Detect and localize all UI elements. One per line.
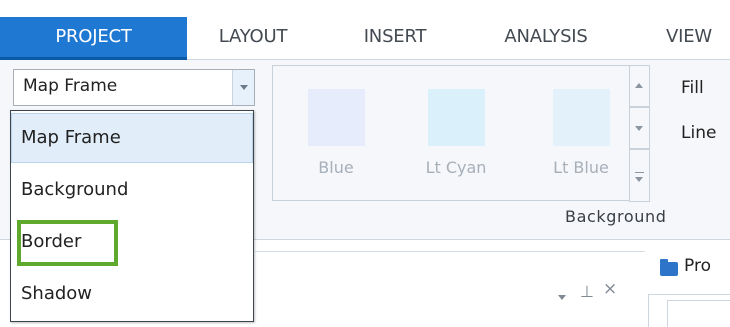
chevron-down-icon — [240, 85, 248, 90]
tab-insert[interactable]: INSERT — [345, 17, 445, 60]
element-dropdown-list: Map Frame Background Border Shadow — [10, 110, 254, 322]
pin-icon[interactable]: ⊥ — [580, 282, 594, 301]
gallery-expand-button[interactable] — [629, 149, 650, 202]
chevron-up-icon — [635, 83, 643, 88]
chevron-down-icon — [635, 126, 643, 131]
project-pane-title[interactable]: Pro — [684, 256, 711, 276]
swatch-label-lt-cyan: Lt Cyan — [425, 158, 487, 177]
swatch-label-blue: Blue — [318, 158, 354, 177]
swatch-lt-blue[interactable] — [553, 89, 610, 146]
swatch-lt-cyan[interactable] — [428, 89, 485, 146]
swatch-blue[interactable] — [308, 89, 365, 146]
border-item-highlight — [17, 220, 118, 266]
expand-chevron-icon — [635, 177, 643, 182]
group-label-background: Background — [565, 207, 667, 226]
tab-layout[interactable]: LAYOUT — [200, 17, 306, 60]
dropdown-item-shadow[interactable]: Shadow — [11, 269, 253, 319]
combo-dropdown-button[interactable] — [232, 70, 254, 105]
gallery-scroll-up-button[interactable] — [629, 65, 650, 107]
ribbon-tab-bar: PROJECT LAYOUT INSERT ANALYSIS VIEW — [0, 0, 730, 60]
tab-project[interactable]: PROJECT — [0, 17, 187, 60]
gallery-scroll-down-button[interactable] — [629, 107, 650, 149]
folder-icon — [660, 259, 678, 276]
combo-value: Map Frame — [23, 76, 118, 96]
tab-view[interactable]: VIEW — [648, 17, 730, 60]
style-gallery: Blue Lt Cyan Lt Blue — [272, 65, 650, 202]
swatch-label-lt-blue: Lt Blue — [553, 158, 609, 177]
element-combo-box[interactable]: Map Frame — [13, 69, 255, 106]
expand-bar-icon — [635, 172, 644, 173]
dropdown-item-background[interactable]: Background — [11, 165, 253, 215]
tab-analysis[interactable]: ANALYSIS — [484, 17, 608, 60]
dropdown-item-map-frame[interactable]: Map Frame — [11, 113, 253, 163]
pane-tree-inner — [667, 300, 730, 327]
fill-label[interactable]: Fill — [681, 78, 704, 98]
pane-options-icon[interactable] — [558, 295, 566, 300]
close-icon[interactable]: × — [603, 279, 617, 299]
line-label[interactable]: Line — [681, 123, 716, 143]
